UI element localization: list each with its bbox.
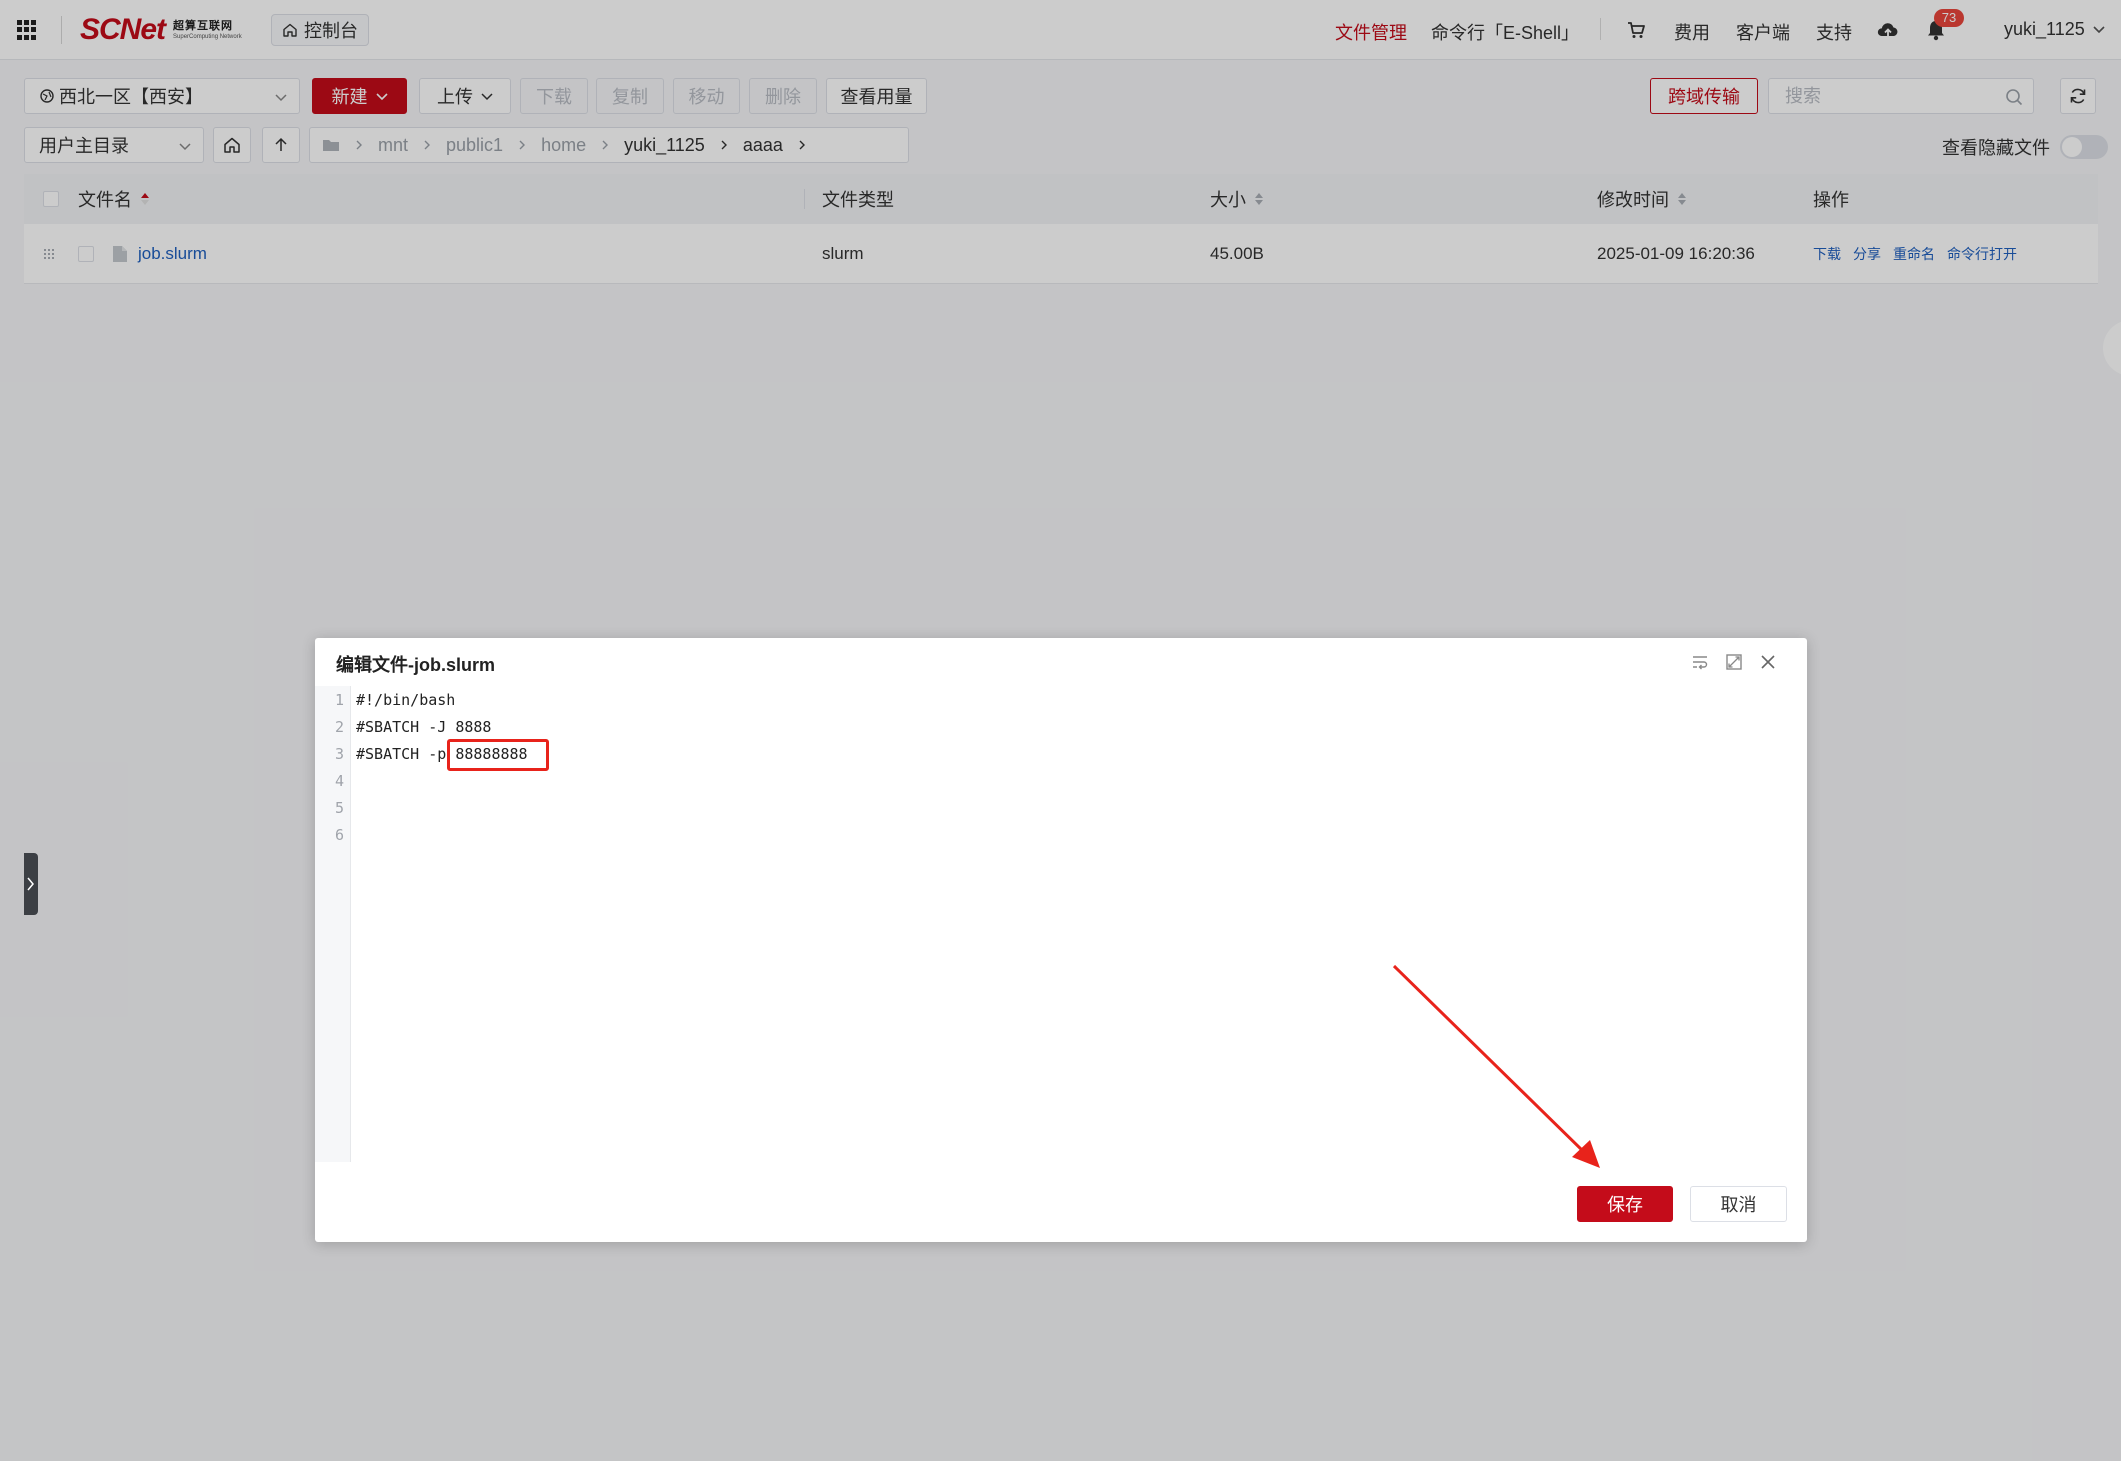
line-number-gutter: 1 2 3 4 5 6 [315,686,351,1162]
code-line[interactable]: #!/bin/bash [356,691,455,709]
left-panel-handle[interactable] [24,853,38,915]
dialog-title: 编辑文件-job.slurm [336,655,496,675]
line-number: 4 [334,772,344,790]
line-number: 2 [334,718,344,736]
line-number: 6 [334,826,344,844]
cancel-button[interactable]: 取消 [1690,1186,1787,1222]
save-button[interactable]: 保存 [1577,1186,1673,1222]
line-number: 1 [334,691,344,709]
chevron-right-icon [27,877,34,891]
dialog-tools [1691,653,1777,671]
line-number: 5 [334,799,344,817]
fullscreen-icon[interactable] [1725,653,1743,671]
line-number: 3 [334,745,344,763]
word-wrap-icon[interactable] [1691,653,1709,671]
close-icon[interactable] [1759,653,1777,671]
edit-file-dialog: 编辑文件-job.slurm 1 2 3 4 5 6 #!/bin/bash #… [315,638,1807,1242]
annotation-highlight-box [447,739,549,771]
code-line[interactable]: #SBATCH -J 8888 [356,718,491,736]
